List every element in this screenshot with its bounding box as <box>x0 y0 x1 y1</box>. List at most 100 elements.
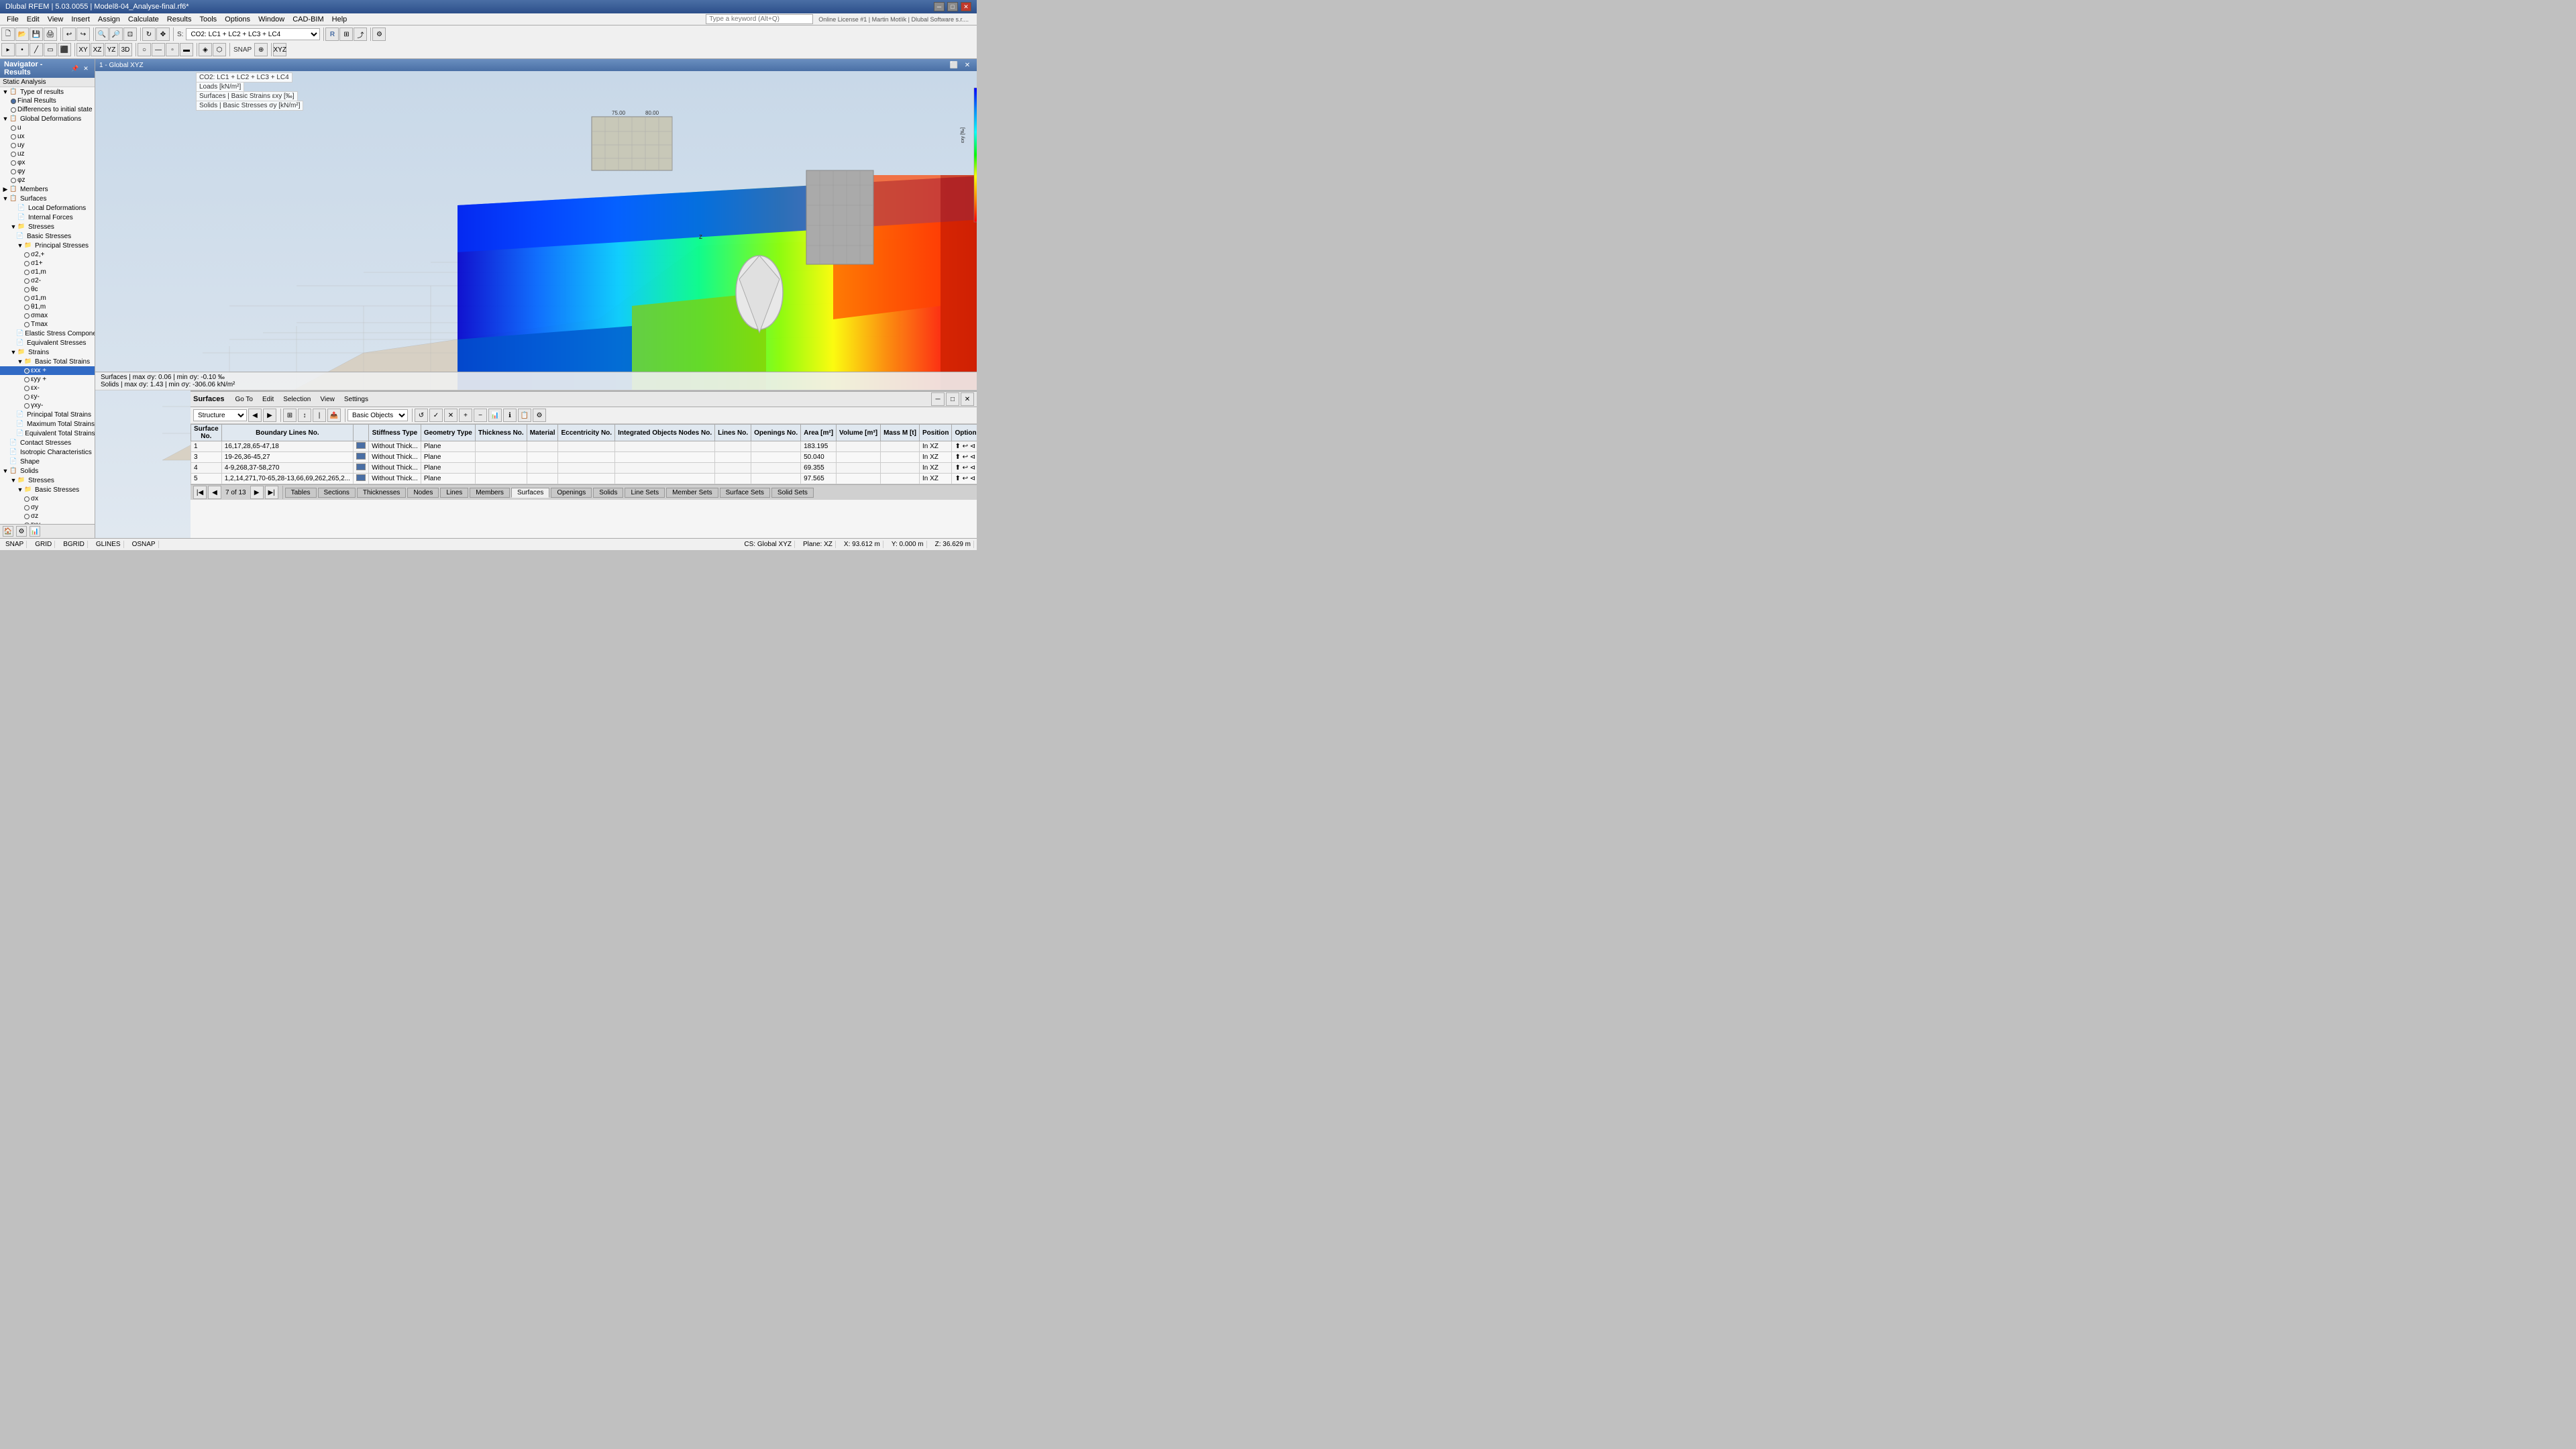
tb-rotate[interactable]: ↻ <box>142 28 156 41</box>
tb-line[interactable]: ╱ <box>30 43 43 56</box>
menu-options[interactable]: Options <box>221 15 254 24</box>
tb-pan[interactable]: ✥ <box>156 28 170 41</box>
tree-uy[interactable]: uy <box>0 141 95 150</box>
table-row[interactable]: 5 1,2,14,271,70-65,28-13,66,69,262,265,2… <box>191 474 977 484</box>
th-volume[interactable]: Volume [m³] <box>837 425 881 441</box>
menu-results[interactable]: Results <box>163 15 196 24</box>
statusbar-grid[interactable]: GRID <box>32 541 55 548</box>
tree-strains[interactable]: ▼ 📁 Strains <box>0 347 95 357</box>
tab-surface-sets[interactable]: Surface Sets <box>720 488 770 498</box>
th-lines-no[interactable]: Lines No. <box>715 425 751 441</box>
tb-print[interactable]: 🖨 <box>44 28 57 41</box>
tree-solids[interactable]: ▼ 📋 Solids <box>0 466 95 476</box>
menu-cadbim[interactable]: CAD-BIM <box>288 15 327 24</box>
structure-selector[interactable]: Structure <box>193 409 247 421</box>
menu-window[interactable]: Window <box>254 15 288 24</box>
panel-menu-view[interactable]: View <box>316 395 339 404</box>
tree-diff-initial[interactable]: Differences to initial state <box>0 105 95 114</box>
tab-member-sets[interactable]: Member Sets <box>666 488 718 498</box>
tab-surfaces[interactable]: Surfaces <box>511 488 549 498</box>
tree-equiv-stress[interactable]: 📄 Equivalent Stresses <box>0 338 95 347</box>
th-openings-no[interactable]: Openings No. <box>751 425 801 441</box>
close-button[interactable]: ✕ <box>961 2 971 11</box>
tb-view-3d[interactable]: 3D <box>119 43 132 56</box>
panel-menu-settings[interactable]: Settings <box>340 395 372 404</box>
tree-sigma2plus[interactable]: σ2,+ <box>0 250 95 259</box>
tb-wireframe[interactable]: ⬡ <box>213 43 226 56</box>
maximize-button[interactable]: □ <box>947 2 958 11</box>
navigator-pin-btn[interactable]: 📌 <box>70 64 80 73</box>
tree-solids-basic-stresses[interactable]: ▼ 📁 Basic Stresses <box>0 485 95 494</box>
tree-uz[interactable]: uz <box>0 150 95 158</box>
tree-theta1m[interactable]: θ1,m <box>0 303 95 311</box>
tb-node[interactable]: • <box>15 43 29 56</box>
tb-prev-row[interactable]: ◀ <box>248 409 262 422</box>
tree-global-deformations[interactable]: ▼ 📋 Global Deformations <box>0 114 95 123</box>
th-options[interactable]: Options <box>952 425 977 441</box>
th-mass[interactable]: Mass M [t] <box>881 425 920 441</box>
tb-table-filter[interactable]: ⊞ <box>283 409 297 422</box>
th-eccentricity[interactable]: Eccentricity No. <box>558 425 615 441</box>
pagination-first[interactable]: |◀ <box>193 486 207 499</box>
panel-maximize-btn[interactable]: □ <box>946 392 959 406</box>
pagination-prev[interactable]: ◀ <box>208 486 221 499</box>
tab-tables[interactable]: Tables <box>285 488 317 498</box>
nav-btn-1[interactable]: 🏠 <box>3 526 13 537</box>
tree-theta-c[interactable]: θc <box>0 285 95 294</box>
tb-table-export[interactable]: 📤 <box>327 409 341 422</box>
tb-table-settings[interactable]: ⚙ <box>533 409 546 422</box>
tb-view-yz[interactable]: YZ <box>105 43 118 56</box>
tree-phi-z[interactable]: φz <box>0 176 95 184</box>
tree-surfaces[interactable]: ▼ 📋 Surfaces <box>0 194 95 203</box>
tb-show-lines[interactable]: — <box>152 43 165 56</box>
tab-nodes[interactable]: Nodes <box>407 488 439 498</box>
tree-equiv-strains[interactable]: 📄 Equivalent Total Strains <box>0 429 95 438</box>
th-geometry-type[interactable]: Geometry Type <box>421 425 475 441</box>
th-nodes-no[interactable]: Integrated Objects Nodes No. <box>615 425 715 441</box>
viewport[interactable]: 1 - Global XYZ ⬜ ✕ CO2: LC1 + LC2 + LC3 … <box>95 59 977 538</box>
lc-selector[interactable]: CO2: LC1 + LC2 + LC3 + LC4 <box>186 28 320 40</box>
tab-members[interactable]: Members <box>470 488 510 498</box>
menu-calculate[interactable]: Calculate <box>124 15 163 24</box>
tb-result-view[interactable]: R <box>325 28 339 41</box>
th-stiffness-type[interactable]: Stiffness Type <box>369 425 421 441</box>
tb-show-nodes[interactable]: ○ <box>138 43 151 56</box>
menu-edit[interactable]: Edit <box>23 15 44 24</box>
statusbar-osnap[interactable]: OSNAP <box>129 541 159 548</box>
th-position[interactable]: Position <box>919 425 951 441</box>
tab-lines[interactable]: Lines <box>440 488 468 498</box>
tree-sigma1m2[interactable]: σ1,m <box>0 294 95 303</box>
tab-sections[interactable]: Sections <box>318 488 356 498</box>
tb-show-members[interactable]: ▬ <box>180 43 193 56</box>
tb-table-chart[interactable]: 📊 <box>488 409 502 422</box>
tb-table-check[interactable]: ✓ <box>429 409 443 422</box>
tb-render[interactable]: ◈ <box>199 43 212 56</box>
tree-phi-x[interactable]: φx <box>0 158 95 167</box>
tab-line-sets[interactable]: Line Sets <box>625 488 665 498</box>
tree-sigma2m[interactable]: σ2- <box>0 276 95 285</box>
tree-solid-sz[interactable]: σz <box>0 512 95 521</box>
tb-table-sort[interactable]: ↕ <box>298 409 311 422</box>
tree-sigma1plus[interactable]: σ1+ <box>0 259 95 268</box>
pagination-last[interactable]: ▶| <box>265 486 278 499</box>
tb-open[interactable]: 📂 <box>15 28 29 41</box>
tree-ux[interactable]: ux <box>0 132 95 141</box>
table-row[interactable]: 1 16,17,28,65-47,18 Without Thick... Pla… <box>191 441 977 452</box>
tb-settings[interactable]: ⚙ <box>372 28 386 41</box>
menu-help[interactable]: Help <box>328 15 352 24</box>
tree-sigmamax[interactable]: σmax <box>0 311 95 320</box>
tb-snap-toggle[interactable]: ⊕ <box>254 43 268 56</box>
nav-btn-2[interactable]: ⚙ <box>16 526 27 537</box>
tree-elastic-stress[interactable]: 📄 Elastic Stress Components <box>0 329 95 338</box>
tree-final-results[interactable]: Final Results <box>0 97 95 105</box>
tb-deform[interactable]: ⤴ <box>354 28 367 41</box>
navigator-close-btn[interactable]: ✕ <box>81 64 91 73</box>
tree-shape[interactable]: 📄 Shape <box>0 457 95 466</box>
tb-surface[interactable]: ▭ <box>44 43 57 56</box>
panel-menu-goto[interactable]: Go To <box>231 395 257 404</box>
th-boundary-lines[interactable]: Boundary Lines No. <box>221 425 353 441</box>
tree-eyy-plus[interactable]: εyy + <box>0 375 95 384</box>
data-table-container[interactable]: SurfaceNo. Boundary Lines No. Stiffness … <box>191 424 977 484</box>
tree-u[interactable]: u <box>0 123 95 132</box>
tree-ey-minus[interactable]: εy- <box>0 392 95 401</box>
